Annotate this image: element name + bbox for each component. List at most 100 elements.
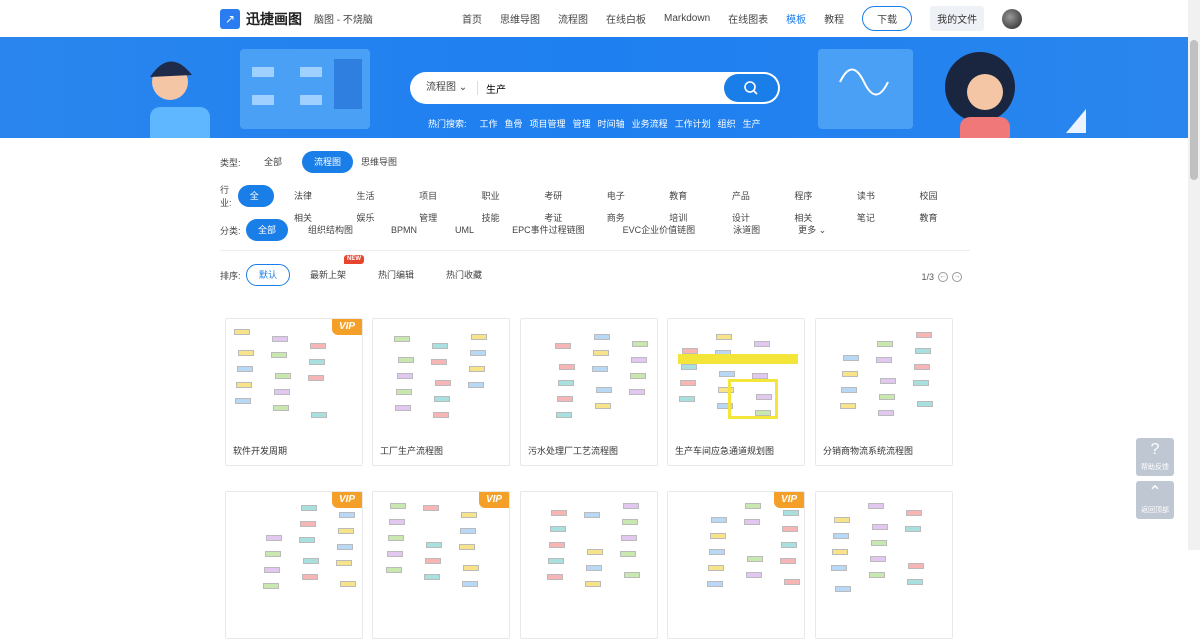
diagram-node [425, 558, 441, 564]
diagram-node [877, 341, 893, 347]
brand-logo[interactable]: ↗ 迅捷画图 脑图 - 不烧脑 [220, 8, 373, 29]
template-card[interactable]: VIP [372, 491, 510, 639]
type-flowchart[interactable]: 流程图 [302, 151, 354, 173]
industry-option[interactable]: 校园教育 [907, 185, 956, 223]
category-option[interactable]: EPC事件过程链图 [500, 219, 597, 241]
category-option[interactable]: 泳道图 [721, 219, 772, 241]
back-to-top-button[interactable]: ⌃ 返回顶部 [1136, 481, 1174, 519]
hot-tag[interactable]: 工作 [480, 117, 498, 130]
hot-tag[interactable]: 鱼骨 [505, 117, 523, 130]
industry-option[interactable]: 职业技能 [470, 185, 519, 223]
industry-option[interactable]: 法律相关 [282, 185, 331, 223]
search-type-select[interactable]: 流程图 ⌄ [410, 81, 478, 95]
category-option[interactable]: 组织结构图 [296, 219, 365, 241]
hot-tag[interactable]: 生产 [743, 117, 761, 130]
template-card[interactable]: VIP 软件开发周期 [225, 318, 363, 466]
diagram-node [630, 373, 646, 379]
template-thumbnail [373, 492, 509, 604]
template-card[interactable]: 分销商物流系统流程图 [815, 318, 953, 466]
diagram-node [719, 371, 735, 377]
divider [220, 250, 970, 251]
industry-option[interactable]: 读书笔记 [845, 185, 894, 223]
template-card[interactable]: VIP [225, 491, 363, 639]
diagram-node [841, 387, 857, 393]
industry-option[interactable]: 产品设计 [720, 185, 769, 223]
industry-option[interactable]: 项目管理 [407, 185, 456, 223]
diagram-node [716, 334, 732, 340]
industry-option[interactable]: 考研考证 [532, 185, 581, 223]
hot-tag[interactable]: 项目管理 [530, 117, 566, 130]
nav-home[interactable]: 首页 [462, 11, 482, 26]
industry-option[interactable]: 程序相关 [782, 185, 831, 223]
template-card[interactable]: 污水处理厂工艺流程图 [520, 318, 658, 466]
sort-default[interactable]: 默认 [246, 264, 291, 286]
back-to-top-label: 返回顶部 [1141, 507, 1169, 514]
nav-tutorials[interactable]: 教程 [824, 11, 844, 26]
diagram-path [678, 354, 798, 364]
category-option[interactable]: BPMN [379, 219, 429, 241]
brand-name: 迅捷画图 [246, 10, 302, 27]
template-card[interactable]: 工厂生产流程图 [372, 318, 510, 466]
help-feedback-button[interactable]: ? 帮助反馈 [1136, 438, 1174, 476]
industry-filter: 行业: 全部 法律相关 生活娱乐 项目管理 职业技能 考研考证 电子商务 教育培训 产品设计 程序相… [220, 184, 970, 223]
nav-whiteboard[interactable]: 在线白板 [606, 11, 646, 26]
next-page-icon[interactable]: → [952, 272, 962, 282]
logo-icon: ↗ [220, 8, 240, 29]
diagram-node [843, 355, 859, 361]
industry-option[interactable]: 电子商务 [595, 185, 644, 223]
diagram-node [548, 558, 564, 564]
hot-tag[interactable]: 组织 [718, 117, 736, 130]
template-card[interactable] [815, 491, 953, 639]
industry-option[interactable]: 全部 [237, 185, 274, 223]
diagram-node [868, 503, 884, 509]
search-input[interactable] [478, 82, 724, 94]
template-thumbnail [816, 492, 952, 604]
scrollbar-thumb[interactable] [1190, 40, 1198, 180]
type-all[interactable]: 全部 [252, 151, 294, 173]
template-thumbnail [668, 492, 804, 604]
diagram-node [237, 366, 253, 372]
main-nav: 首页 思维导图 流程图 在线白板 Markdown 在线图表 模板 教程 下载 … [462, 0, 1023, 37]
avatar[interactable] [1002, 8, 1023, 29]
hot-tag[interactable]: 工作计划 [675, 117, 711, 130]
diagram-node [906, 510, 922, 516]
diagram-node [265, 551, 281, 557]
nav-flowchart[interactable]: 流程图 [558, 11, 588, 26]
nav-templates[interactable]: 模板 [786, 11, 806, 26]
nav-charts[interactable]: 在线图表 [728, 11, 768, 26]
search-button[interactable] [724, 74, 778, 102]
category-option[interactable]: UML [443, 219, 486, 241]
diagram-node [871, 540, 887, 546]
diagram-node [275, 373, 291, 379]
category-option[interactable]: EVC企业价值链图 [611, 219, 708, 241]
template-title: 分销商物流系统流程图 [823, 446, 914, 456]
template-card[interactable]: VIP [667, 491, 805, 639]
sort-hot-favorite[interactable]: 热门收藏 [434, 264, 494, 286]
industry-option[interactable]: 教育培训 [657, 185, 706, 223]
nav-mindmap[interactable]: 思维导图 [500, 11, 540, 26]
diagram-node [426, 542, 442, 548]
download-button[interactable]: 下载 [862, 6, 913, 31]
hot-tag[interactable]: 管理 [573, 117, 591, 130]
hot-tag[interactable]: 时间轴 [598, 117, 625, 130]
diagram-node [461, 512, 477, 518]
template-card[interactable]: 生产车间应急通道规划图 [667, 318, 805, 466]
hot-tag[interactable]: 业务流程 [632, 117, 668, 130]
template-card[interactable] [520, 491, 658, 639]
my-files-button[interactable]: 我的文件 [930, 6, 985, 31]
nav-markdown[interactable]: Markdown [664, 13, 710, 24]
diagram-path [728, 379, 778, 419]
scrollbar[interactable] [1188, 0, 1200, 550]
diagram-node [460, 528, 476, 534]
template-thumbnail [668, 319, 804, 431]
sort-newest[interactable]: 最新上架 NEW [298, 255, 365, 286]
prev-page-icon[interactable]: ← [938, 272, 948, 282]
filter-label: 排序: [220, 270, 241, 281]
sort-hot-edit[interactable]: 热门编辑 [366, 264, 426, 286]
category-option[interactable]: 全部 [246, 219, 289, 241]
diagram-node [880, 378, 896, 384]
industry-option[interactable]: 生活娱乐 [345, 185, 394, 223]
chevron-down-icon: ⌄ [818, 225, 827, 235]
more-dropdown[interactable]: 更多 ⌄ [786, 219, 838, 241]
type-mindmap[interactable]: 思维导图 [361, 151, 409, 173]
